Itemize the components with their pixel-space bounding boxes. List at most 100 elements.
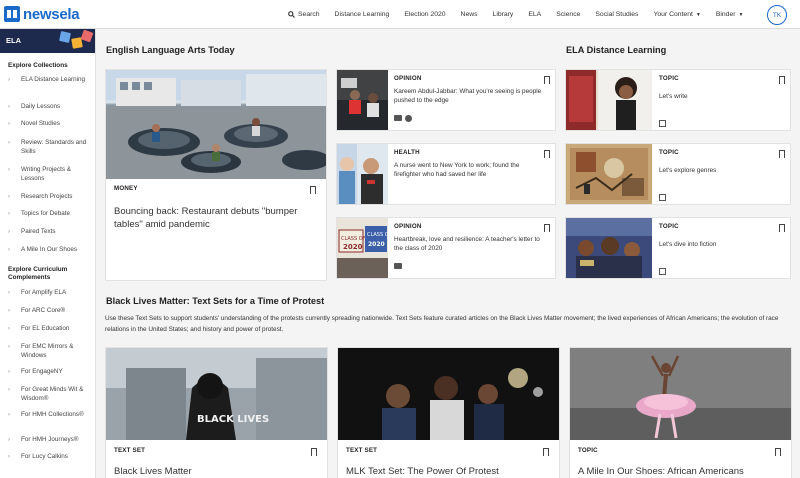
bookmark-icon[interactable] [544,150,550,158]
bumper-tables-photo [106,70,326,179]
sidebar-item[interactable]: › For ARC Core® [0,307,95,324]
topic-thumbnail [566,70,652,130]
sidebar-item[interactable]: › Writing Projects & Lessons [0,166,95,185]
text-set-card[interactable]: TEXT SET MLK Text Set: The Power Of Prot… [338,348,559,478]
sidebar-item[interactable]: › For HMH Journeys® [0,436,95,453]
nav-news[interactable]: News [461,11,478,18]
bookmark-icon[interactable] [775,448,781,456]
media-indicators [394,115,412,122]
article-kicker: OPINION [394,75,422,82]
article-title[interactable]: A nurse went to New York to work; found … [394,162,546,179]
media-indicators [394,263,402,269]
nav-distance-learning[interactable]: Distance Learning [335,11,390,18]
topic-title[interactable]: Let's dive into fiction [659,241,774,250]
chevron-right-icon: › [8,121,10,127]
newsela-logo-icon [4,6,20,22]
text-set-card[interactable]: BLACK LIVES TEXT SET Black Lives Matter [106,348,327,478]
article-card[interactable]: CLASS OF2020CLASS OF2020 OPINION Heartbr… [337,218,555,278]
text-set-title[interactable]: MLK Text Set: The Power Of Protest [346,466,556,478]
chevron-right-icon: › [8,437,10,443]
sidebar-item[interactable]: › For Amplify ELA [0,289,95,306]
topic-card[interactable]: TOPIC Let's dive into fiction [566,218,790,278]
explore-collections-heading: Explore Collections [8,62,68,69]
chevron-right-icon: › [8,344,10,350]
sidebar-item[interactable]: › For Great Minds Wit & Wisdom® [0,386,95,405]
nav-ela[interactable]: ELA [528,11,541,18]
banner-graphic-icon [59,31,71,43]
sidebar-item[interactable]: › For EL Education [0,325,95,342]
bookmark-icon[interactable] [779,224,785,232]
bookmark-icon[interactable] [544,76,550,84]
bookmark-icon[interactable] [543,448,549,456]
article-title[interactable]: Kareem Abdul-Jabbar: What you're seeing … [394,88,546,105]
topic-title[interactable]: Let's write [659,93,774,102]
nav-election-2020[interactable]: Election 2020 [404,11,445,18]
sidebar-item[interactable]: › For Lucy Calkins [0,453,95,470]
topic-title[interactable]: Let's explore genres [659,167,774,176]
blm-section-description: Use these Text Sets to support students'… [105,315,779,333]
topic-thumbnail [566,218,652,278]
sidebar-item[interactable]: › Daily Lessons [0,103,95,120]
sidebar-item[interactable]: › Review: Standards and Skills [0,139,95,158]
bookmark-icon[interactable] [779,76,785,84]
newsela-logo[interactable]: newsela [4,5,80,23]
nav-library[interactable]: Library [493,11,514,18]
chevron-right-icon: › [8,104,10,110]
article-title[interactable]: Heartbreak, love and resilience: A teach… [394,236,546,253]
nav-science[interactable]: Science [556,11,580,18]
sidebar-item[interactable]: › Research Projects [0,193,95,210]
sidebar-item[interactable]: › For EngageNY [0,368,95,385]
sidebar-item[interactable]: › ELA Distance Learning [0,76,95,95]
chevron-right-icon: › [8,412,10,418]
chevron-right-icon: › [8,308,10,314]
bookmark-icon[interactable] [311,448,317,456]
video-icon [394,115,402,121]
bookmark-icon[interactable] [779,150,785,158]
chevron-right-icon: › [8,77,10,83]
caret-down-icon: ▼ [695,11,701,18]
article-title[interactable]: Bouncing back: Restaurant debuts "bumper… [114,206,314,231]
topic-kicker: TOPIC [659,149,679,156]
feature-article-card[interactable]: MONEY Bouncing back: Restaurant debuts "… [106,70,326,280]
sidebar-item[interactable]: › Novel Studies [0,120,95,137]
sidebar-banner: ELA [0,29,95,53]
sidebar-item[interactable]: › Topics for Debate [0,210,95,227]
chevron-right-icon: › [8,326,10,332]
sidebar-item[interactable]: › A Mile In Our Shoes [0,246,95,263]
your-content-label: Your Content [653,11,693,18]
topic-card[interactable]: TOPIC Let's explore genres [566,144,790,204]
topic-thumbnail [566,144,652,204]
topic-card[interactable]: TOPIC Let's write [566,70,790,130]
main-content: English Language Arts Today ELA Distance… [97,29,800,478]
sidebar-item[interactable]: › Paired Texts [0,228,95,245]
chevron-right-icon: › [8,369,10,375]
text-set-title[interactable]: Black Lives Matter [114,466,319,478]
nav-social-studies[interactable]: Social Studies [595,11,638,18]
binder-dropdown[interactable]: Binder ▼ [716,11,744,18]
topic-title[interactable]: A Mile In Our Shoes: African Americans [578,466,788,478]
user-avatar[interactable]: TK [767,5,787,25]
bookmark-icon[interactable] [544,224,550,232]
logo-text: newsela [23,5,80,23]
collection-icon [659,268,666,275]
chevron-right-icon: › [8,140,10,146]
topic-kicker: TOPIC [578,447,598,454]
chevron-right-icon: › [8,247,10,253]
article-kicker: OPINION [394,223,422,230]
topic-kicker: TOPIC [659,223,679,230]
collection-icon [659,120,666,127]
search-button[interactable]: Search [288,11,320,18]
article-thumbnail [337,70,388,130]
article-thumbnail: CLASS OF2020CLASS OF2020 [337,218,388,278]
your-content-dropdown[interactable]: Your Content ▼ [653,11,700,18]
sign-class-of: CLASS OF [341,236,366,242]
sidebar-item[interactable]: › For HMH Collections® [0,411,95,430]
article-card[interactable]: OPINION Kareem Abdul-Jabbar: What you're… [337,70,555,130]
bookmark-icon[interactable] [310,186,316,194]
sidebar-item[interactable]: › For EMC Mirrors & Windows [0,343,95,362]
article-card[interactable]: HEALTH A nurse went to New York to work;… [337,144,555,204]
explore-complements-heading: Explore Curriculum Complements [8,266,68,281]
sign-year: 2020 [368,241,385,248]
topic-card[interactable]: TOPIC A Mile In Our Shoes: African Ameri… [570,348,791,478]
sidebar-banner-title: ELA [6,36,21,45]
